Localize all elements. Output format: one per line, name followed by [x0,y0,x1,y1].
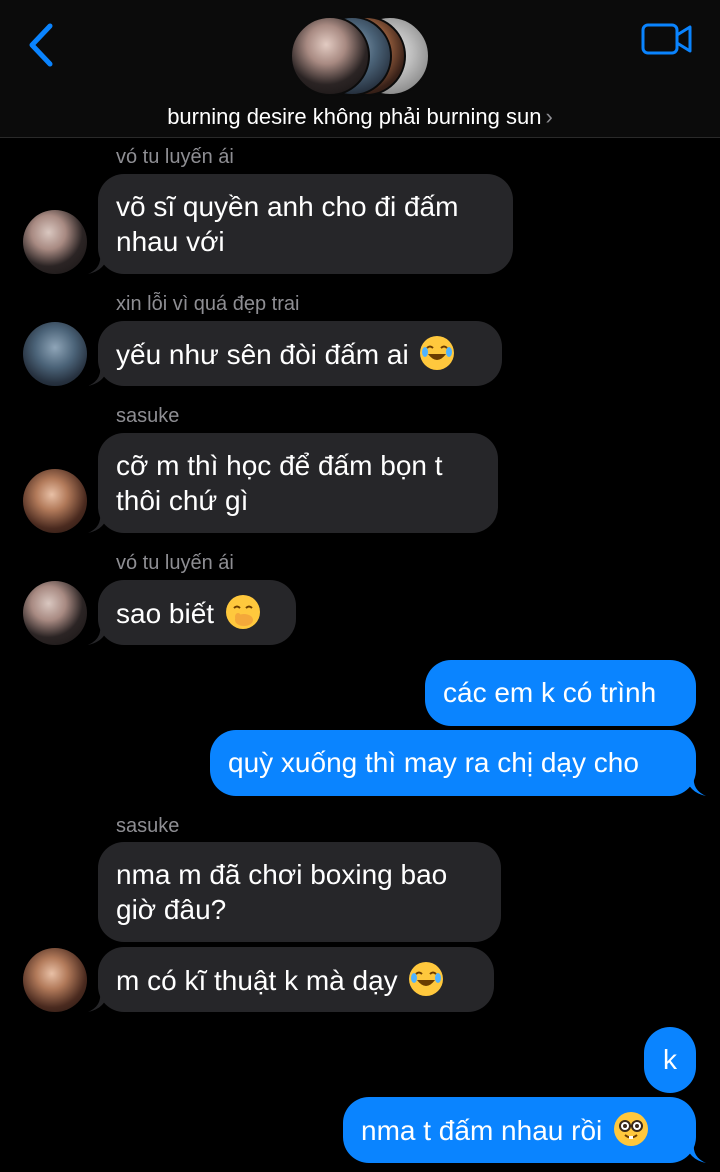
message-text-line: giờ đâu? [116,894,227,925]
sender-name: sasuke [116,405,180,427]
nerd-face-emoji-icon [614,1112,649,1146]
sender-name: xin lỗi vì quá đẹp trai [116,293,300,315]
sender-name: vó tu luyến ái [116,146,234,168]
message-bubble[interactable]: nma m đã chơi boxing bao giờ đâu? [98,842,501,942]
outgoing-message-bubble[interactable]: k [644,1027,696,1093]
sender-name: vó tu luyến ái [116,552,234,574]
group-avatar-stack[interactable] [290,16,430,96]
message-text-line: cỡ m thì học để đấm bọn t [116,450,443,481]
chevron-right-icon: › [545,104,553,129]
avatar[interactable] [23,469,87,533]
message-bubble[interactable]: m có kĩ thuật k mà dạy [98,947,494,1012]
message-bubble[interactable]: yếu như sên đòi đấm ai [98,321,502,386]
message-text-line: nhau với [116,226,225,257]
message-text-line: thôi chứ gì [116,485,249,516]
outgoing-message-bubble[interactable]: quỳ xuống thì may ra chị dạy cho [210,730,696,796]
back-button[interactable] [22,22,62,68]
chat-header: burning desire không phải burning sun › [0,0,720,138]
message-text-line: võ sĩ quyền anh cho đi đấm [116,191,459,222]
message-text: m có kĩ thuật k mà dạy [116,965,398,996]
message-bubble[interactable]: sao biết [98,580,296,645]
back-chevron-icon [29,23,53,67]
laughing-tears-emoji-icon [409,962,444,996]
message-text: nma t đấm nhau rồi [361,1115,603,1146]
message-text: yếu như sên đòi đấm ai [116,339,409,370]
avatar[interactable] [23,322,87,386]
group-avatar-1 [290,16,370,96]
message-text: k [663,1044,677,1075]
hand-over-mouth-emoji-icon [225,595,260,629]
group-title[interactable]: burning desire không phải burning sun › [0,104,720,130]
message-text-line: nma m đã chơi boxing bao [116,859,448,890]
avatar[interactable] [23,581,87,645]
message-bubble[interactable]: cỡ m thì học để đấm bọn t thôi chứ gì [98,433,498,533]
video-call-icon [641,23,692,55]
outgoing-message-bubble[interactable]: nma t đấm nhau rồi [343,1097,696,1163]
outgoing-message-bubble[interactable]: các em k có trình [425,660,696,726]
message-bubble[interactable]: võ sĩ quyền anh cho đi đấm nhau với [98,174,513,274]
message-text: quỳ xuống thì may ra chị dạy cho [228,747,639,778]
chat-screen: burning desire không phải burning sun › v… [0,0,720,1172]
group-name-text: burning desire không phải burning sun [167,104,542,129]
message-text: các em k có trình [443,677,657,708]
message-text: sao biết [116,598,215,629]
avatar[interactable] [23,210,87,274]
laughing-tears-emoji-icon [420,336,455,370]
sender-name: sasuke [116,815,180,837]
avatar[interactable] [23,948,87,1012]
video-call-button[interactable] [640,20,694,58]
